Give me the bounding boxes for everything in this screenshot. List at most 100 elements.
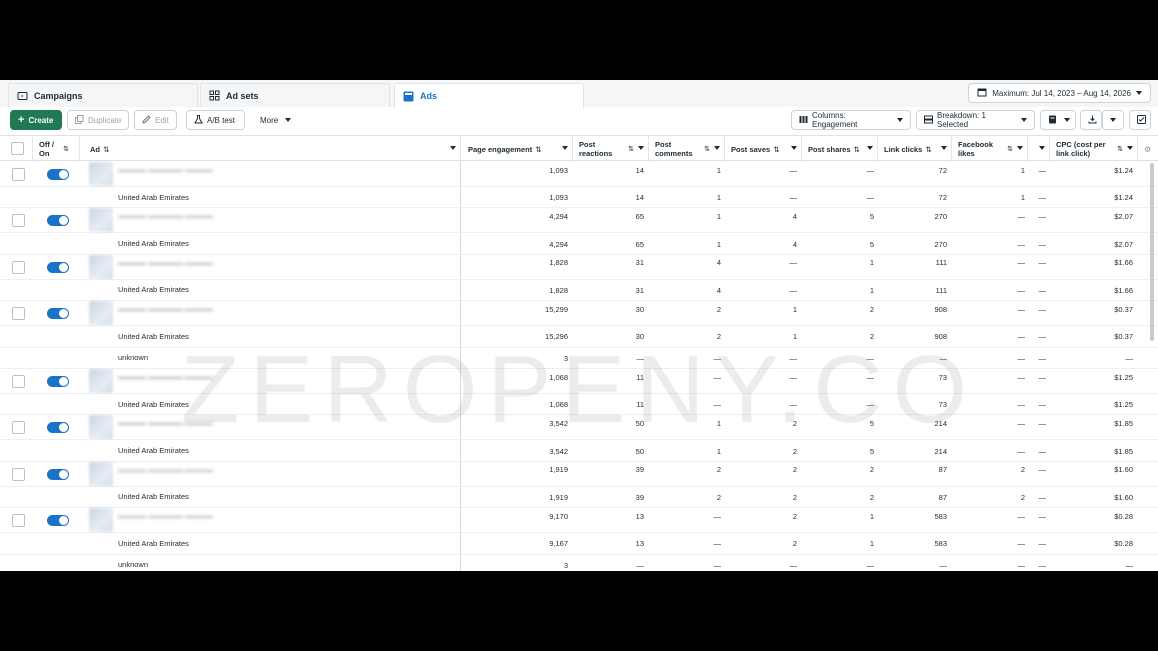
- row-checkbox[interactable]: [12, 467, 25, 481]
- ad-toggle-switch[interactable]: [47, 215, 69, 227]
- more-button[interactable]: More: [252, 110, 294, 130]
- ad-thumbnail[interactable]: [89, 508, 113, 533]
- ad-thumbnail[interactable]: [89, 301, 113, 326]
- breakdown-row[interactable]: United Arab Emirates 15,296 30 2 1 2 908— — $0.3…: [0, 326, 1158, 348]
- table-row[interactable]: ▬▬▬▬ ▬▬▬▬▬ ▬▬▬▬ 4,294 65 1 4 5 270— — $2.07: [0, 208, 1158, 234]
- gear-icon[interactable]: ⚙: [1144, 145, 1151, 154]
- header-add-column[interactable]: ⚙: [1138, 136, 1158, 162]
- row-checkbox[interactable]: [12, 514, 25, 528]
- header-select-all[interactable]: [0, 136, 33, 162]
- tab-ad-sets[interactable]: Ad sets: [200, 83, 390, 107]
- breakdown-row[interactable]: United Arab Emirates 1,919 39 2 2 2 87 2— $1.60: [0, 486, 1158, 509]
- chevron-down-icon[interactable]: [562, 146, 568, 150]
- reports-button[interactable]: [1040, 110, 1076, 130]
- ad-name-redacted[interactable]: ▬▬▬▬ ▬▬▬▬▬ ▬▬▬▬: [118, 213, 213, 220]
- duplicate-button[interactable]: Duplicate: [67, 110, 129, 130]
- tab-campaigns[interactable]: Campaigns: [8, 83, 198, 107]
- ad-name-redacted[interactable]: ▬▬▬▬ ▬▬▬▬▬ ▬▬▬▬: [118, 513, 213, 520]
- ad-toggle-switch[interactable]: [47, 169, 69, 180]
- columns-button[interactable]: Columns: Engagement: [791, 110, 911, 130]
- row-checkbox[interactable]: [12, 375, 25, 388]
- ad-toggle-switch[interactable]: [47, 376, 69, 387]
- header-post-reactions[interactable]: Post reactions ⇅: [573, 136, 649, 162]
- ad-thumbnail[interactable]: [89, 369, 113, 393]
- ad-toggle-switch[interactable]: [47, 422, 69, 434]
- row-checkbox[interactable]: [12, 168, 25, 181]
- chevron-down-icon[interactable]: [867, 146, 873, 150]
- breakdown-row[interactable]: United Arab Emirates 4,294 65 1 4 5 270— — $2.07: [0, 233, 1158, 255]
- table-row[interactable]: ▬▬▬▬ ▬▬▬▬▬ ▬▬▬▬ 15,299 30 2 1 2 908— — $0.37: [0, 301, 1158, 327]
- select-all-checkbox[interactable]: [11, 142, 24, 155]
- chevron-down-icon[interactable]: [1017, 146, 1023, 150]
- ad-toggle-switch[interactable]: [47, 261, 69, 273]
- sort-icon[interactable]: ⇅: [1117, 145, 1123, 154]
- breakdown-row[interactable]: unknown 3— — — — — — — —: [0, 347, 1158, 369]
- breakdown-row[interactable]: United Arab Emirates 3,542 50 1 2 5 214— — $1.85: [0, 440, 1158, 462]
- breakdown-row[interactable]: unknown 3— — — — — — — —: [0, 554, 1158, 571]
- chevron-down-icon[interactable]: [638, 146, 644, 150]
- ad-name-redacted[interactable]: ▬▬▬▬ ▬▬▬▬▬ ▬▬▬▬: [118, 306, 213, 313]
- row-checkbox[interactable]: [12, 260, 25, 274]
- ab-test-button[interactable]: A/B test: [186, 110, 245, 130]
- header-ad[interactable]: Ad ⇅: [84, 136, 461, 162]
- ad-name-redacted[interactable]: ▬▬▬▬ ▬▬▬▬▬ ▬▬▬▬: [118, 467, 213, 474]
- table-row[interactable]: ▬▬▬▬ ▬▬▬▬▬ ▬▬▬▬ 1,068 11— — —73— — $1.25: [0, 369, 1158, 394]
- date-range-picker[interactable]: Maximum: Jul 14, 2023 – Aug 14, 2026: [968, 83, 1151, 103]
- header-link-clicks[interactable]: Link clicks ⇅: [878, 136, 952, 162]
- breakdown-row[interactable]: United Arab Emirates 1,068 11— — —73— — $1.25: [0, 394, 1158, 416]
- sort-icon[interactable]: ⇅: [535, 145, 541, 154]
- row-checkbox[interactable]: [12, 214, 25, 228]
- breakdown-row[interactable]: United Arab Emirates 1,093 14 1— —72 1— $1.24: [0, 187, 1158, 209]
- chevron-down-icon[interactable]: [941, 146, 947, 150]
- ad-name-redacted[interactable]: ▬▬▬▬ ▬▬▬▬▬ ▬▬▬▬: [118, 260, 213, 267]
- ad-thumbnail[interactable]: [89, 254, 113, 279]
- ad-thumbnail[interactable]: [89, 415, 113, 440]
- vertical-scrollbar[interactable]: [1150, 163, 1154, 341]
- sort-icon[interactable]: ⇅: [773, 145, 779, 154]
- export-button[interactable]: [1080, 110, 1102, 130]
- table-row[interactable]: ▬▬▬▬ ▬▬▬▬▬ ▬▬▬▬ 1,919 39 2 2 2 87 2— $1.60: [0, 461, 1158, 487]
- table-row[interactable]: ▬▬▬▬ ▬▬▬▬▬ ▬▬▬▬ 9,170 13—2 1 583— — $0.28: [0, 508, 1158, 534]
- sort-icon[interactable]: ⇅: [925, 145, 931, 154]
- breakdown-button[interactable]: Breakdown: 1 Selected: [916, 110, 1035, 130]
- settings-button[interactable]: [1129, 110, 1151, 130]
- edit-button[interactable]: Edit: [134, 110, 177, 130]
- tab-ads[interactable]: Ads: [394, 83, 584, 108]
- header-blank[interactable]: [1028, 136, 1050, 162]
- ad-toggle-switch[interactable]: [47, 515, 69, 527]
- sort-icon[interactable]: ⇅: [704, 145, 710, 154]
- sort-icon[interactable]: ⇅: [1007, 145, 1013, 154]
- table-row[interactable]: ▬▬▬▬ ▬▬▬▬▬ ▬▬▬▬ 1,828 31 4—1 111— — $1.66: [0, 254, 1158, 280]
- chevron-down-icon[interactable]: [791, 146, 797, 150]
- ad-toggle-switch[interactable]: [47, 468, 69, 480]
- ad-thumbnail[interactable]: [89, 162, 113, 186]
- header-cpc[interactable]: CPC (cost per link click) ⇅: [1050, 136, 1138, 162]
- header-off-on[interactable]: Off / On ⇅: [33, 136, 80, 162]
- row-checkbox[interactable]: [12, 307, 25, 321]
- ad-toggle-switch[interactable]: [47, 308, 69, 320]
- header-page-engagement[interactable]: Page engagement ⇅: [462, 136, 573, 162]
- ad-thumbnail[interactable]: [89, 208, 113, 233]
- ad-name-redacted[interactable]: ▬▬▬▬ ▬▬▬▬▬ ▬▬▬▬: [118, 167, 213, 174]
- sort-icon[interactable]: ⇅: [103, 145, 109, 154]
- chevron-down-icon[interactable]: [450, 146, 456, 150]
- chevron-down-icon[interactable]: [1039, 146, 1045, 150]
- ad-thumbnail[interactable]: [89, 461, 113, 486]
- breakdown-row[interactable]: United Arab Emirates 1,828 31 4—1 111— — $1.66: [0, 279, 1158, 302]
- chevron-down-icon[interactable]: [714, 146, 720, 150]
- chevron-down-icon[interactable]: [1127, 146, 1133, 150]
- ad-name-redacted[interactable]: ▬▬▬▬ ▬▬▬▬▬ ▬▬▬▬: [118, 420, 213, 427]
- sort-icon[interactable]: ⇅: [628, 145, 634, 154]
- header-facebook-likes[interactable]: Facebook likes ⇅: [952, 136, 1028, 162]
- header-post-saves[interactable]: Post saves ⇅: [725, 136, 802, 162]
- breakdown-row[interactable]: United Arab Emirates 9,167 13—2 1 583— — $0.28: [0, 533, 1158, 555]
- header-post-comments[interactable]: Post comments ⇅: [649, 136, 725, 162]
- table-row[interactable]: ▬▬▬▬ ▬▬▬▬▬ ▬▬▬▬ 3,542 50 1 2 5 214— — $1.85: [0, 415, 1158, 441]
- create-button[interactable]: + Create: [10, 110, 62, 130]
- ad-name-redacted[interactable]: ▬▬▬▬ ▬▬▬▬▬ ▬▬▬▬: [118, 374, 213, 381]
- sort-icon[interactable]: ⇅: [854, 145, 860, 154]
- export-options-button[interactable]: [1102, 110, 1124, 130]
- sort-icon[interactable]: ⇅: [63, 145, 69, 154]
- table-row[interactable]: ▬▬▬▬ ▬▬▬▬▬ ▬▬▬▬ 1,093 14 1— —72 1— $1.24: [0, 162, 1158, 187]
- row-checkbox[interactable]: [12, 421, 25, 435]
